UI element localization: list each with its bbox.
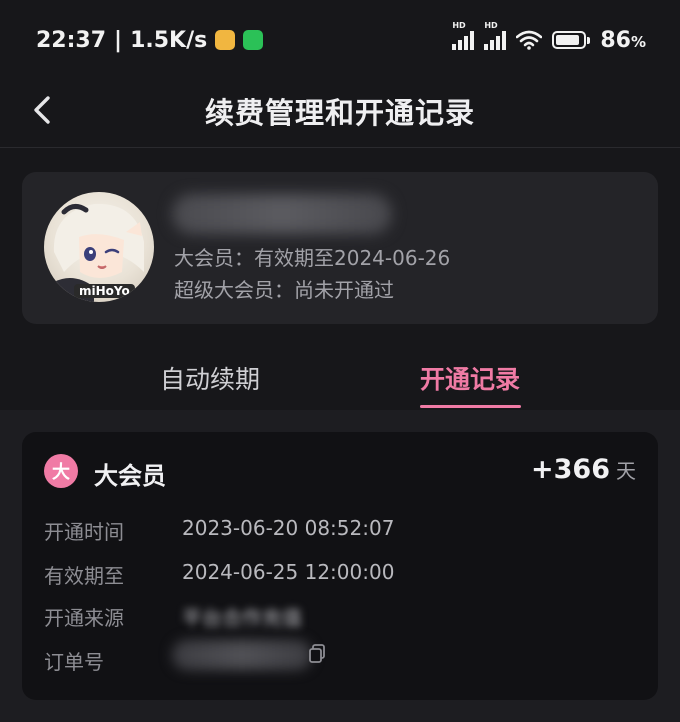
status-right: HD HD 86%: [452, 21, 646, 53]
days-added: +366 天: [531, 454, 636, 485]
header: 续费管理和开通记录: [0, 80, 680, 146]
hd-label-2: HD: [484, 21, 498, 30]
status-separator: |: [114, 27, 123, 53]
row-label: 有效期至: [44, 564, 124, 588]
avatar-brand-mark: miHoYo: [74, 284, 135, 298]
super-vip-status: 超级大会员：尚未开通过: [174, 278, 394, 302]
battery-text: 86%: [600, 27, 646, 53]
days-unit: 天: [616, 459, 636, 483]
record-card: 大 大会员 +366 天 开通时间 2023-06-20 08:52:07 有效…: [22, 432, 658, 700]
order-id-blurred: [172, 640, 312, 670]
active-tab-indicator: [420, 405, 521, 408]
row-label: 订单号: [44, 650, 104, 674]
username-blurred: [172, 194, 392, 234]
clock: 22:37: [36, 27, 107, 53]
tab-bar: 自动续期 开通记录: [0, 340, 680, 410]
row-label: 开通时间: [44, 520, 124, 544]
row-label: 开通来源: [44, 606, 124, 630]
days-count: +366: [531, 454, 610, 485]
signal-icon: HD: [452, 21, 475, 50]
record-title: 大会员: [94, 462, 166, 490]
row-value: 平台合作充值: [182, 606, 302, 630]
header-divider: [0, 147, 680, 148]
avatar[interactable]: miHoYo: [44, 192, 154, 302]
row-value: 2023-06-20 08:52:07: [182, 516, 395, 540]
status-left: 22:37 | 1.5K/s: [36, 27, 264, 53]
battery-icon: [552, 31, 591, 49]
status-bar: 22:37 | 1.5K/s HD HD 86%: [0, 0, 680, 80]
row-value: 2024-06-25 12:00:00: [182, 560, 395, 584]
hd-label: HD: [452, 21, 466, 30]
tab-records[interactable]: 开通记录: [420, 360, 520, 396]
tab-auto-renew[interactable]: 自动续期: [160, 360, 260, 396]
vip-status: 大会员：有效期至2024-06-26: [174, 246, 451, 270]
wifi-icon: [516, 30, 543, 50]
profile-card: miHoYo 大会员：有效期至2024-06-26 超级大会员：尚未开通过: [22, 172, 658, 324]
screen: 22:37 | 1.5K/s HD HD 86% 续费管理和开通记录 miHoY…: [0, 0, 680, 722]
vip-badge-icon: 大: [44, 454, 78, 488]
network-speed: 1.5K/s: [130, 27, 208, 53]
signal-icon-2: HD: [484, 21, 507, 50]
wechat-app-icon: [243, 30, 264, 50]
copy-icon[interactable]: [308, 644, 326, 664]
notes-app-icon: [215, 30, 236, 50]
page-title: 续费管理和开通记录: [204, 96, 475, 130]
